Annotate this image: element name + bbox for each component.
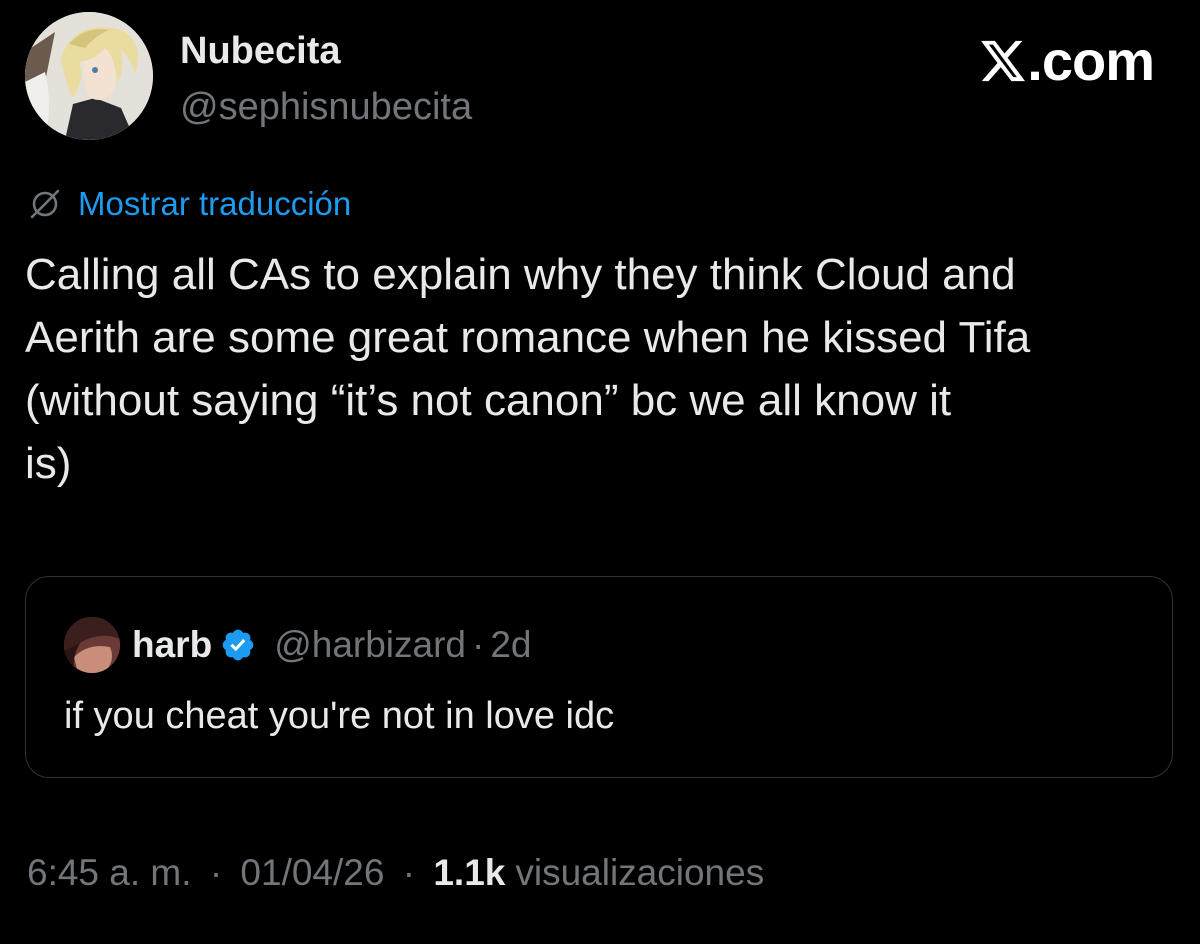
profile-photo-icon — [64, 617, 120, 673]
quoted-tweet-time[interactable]: 2d — [490, 624, 531, 666]
verified-badge-icon — [220, 627, 256, 663]
show-translation-link[interactable]: Mostrar traducción — [28, 185, 351, 223]
quoted-tweet-header: harb @harbizard · 2d — [64, 617, 531, 673]
anime-character-avatar-icon — [25, 12, 153, 140]
separator-dot: · — [472, 624, 485, 665]
separator-dot: · — [402, 852, 416, 893]
brand-label: .com — [1027, 29, 1155, 92]
brand-logo: .com — [981, 28, 1155, 93]
author-avatar[interactable] — [25, 12, 153, 140]
views-label: visualizaciones — [515, 852, 765, 893]
quoted-author-name[interactable]: harb — [132, 624, 212, 666]
quoted-author-handle[interactable]: @harbizard — [274, 624, 466, 666]
tweet-metadata: 6:45 a. m. · 01/04/26 · 1.1k visualizacio… — [27, 852, 764, 894]
quoted-tweet-text: if you cheat you're not in love idc — [64, 695, 615, 737]
views-count: 1.1k — [433, 852, 506, 893]
separator-dot: · — [209, 852, 223, 893]
author-display-name[interactable]: Nubecita — [180, 30, 340, 73]
tweet-date[interactable]: 01/04/26 — [240, 852, 384, 893]
show-translation-label: Mostrar traducción — [78, 185, 352, 222]
tweet-time[interactable]: 6:45 a. m. — [27, 852, 192, 893]
x-logo-icon — [981, 40, 1026, 81]
author-handle[interactable]: @sephisnubecita — [180, 86, 472, 129]
quoted-tweet-card[interactable]: harb @harbizard · 2d if you cheat you're… — [25, 576, 1173, 778]
quoted-author-avatar[interactable] — [64, 617, 120, 673]
tweet-text: Calling all CAs to explain why they thin… — [25, 250, 1031, 488]
globe-strikethrough-icon — [30, 189, 60, 219]
